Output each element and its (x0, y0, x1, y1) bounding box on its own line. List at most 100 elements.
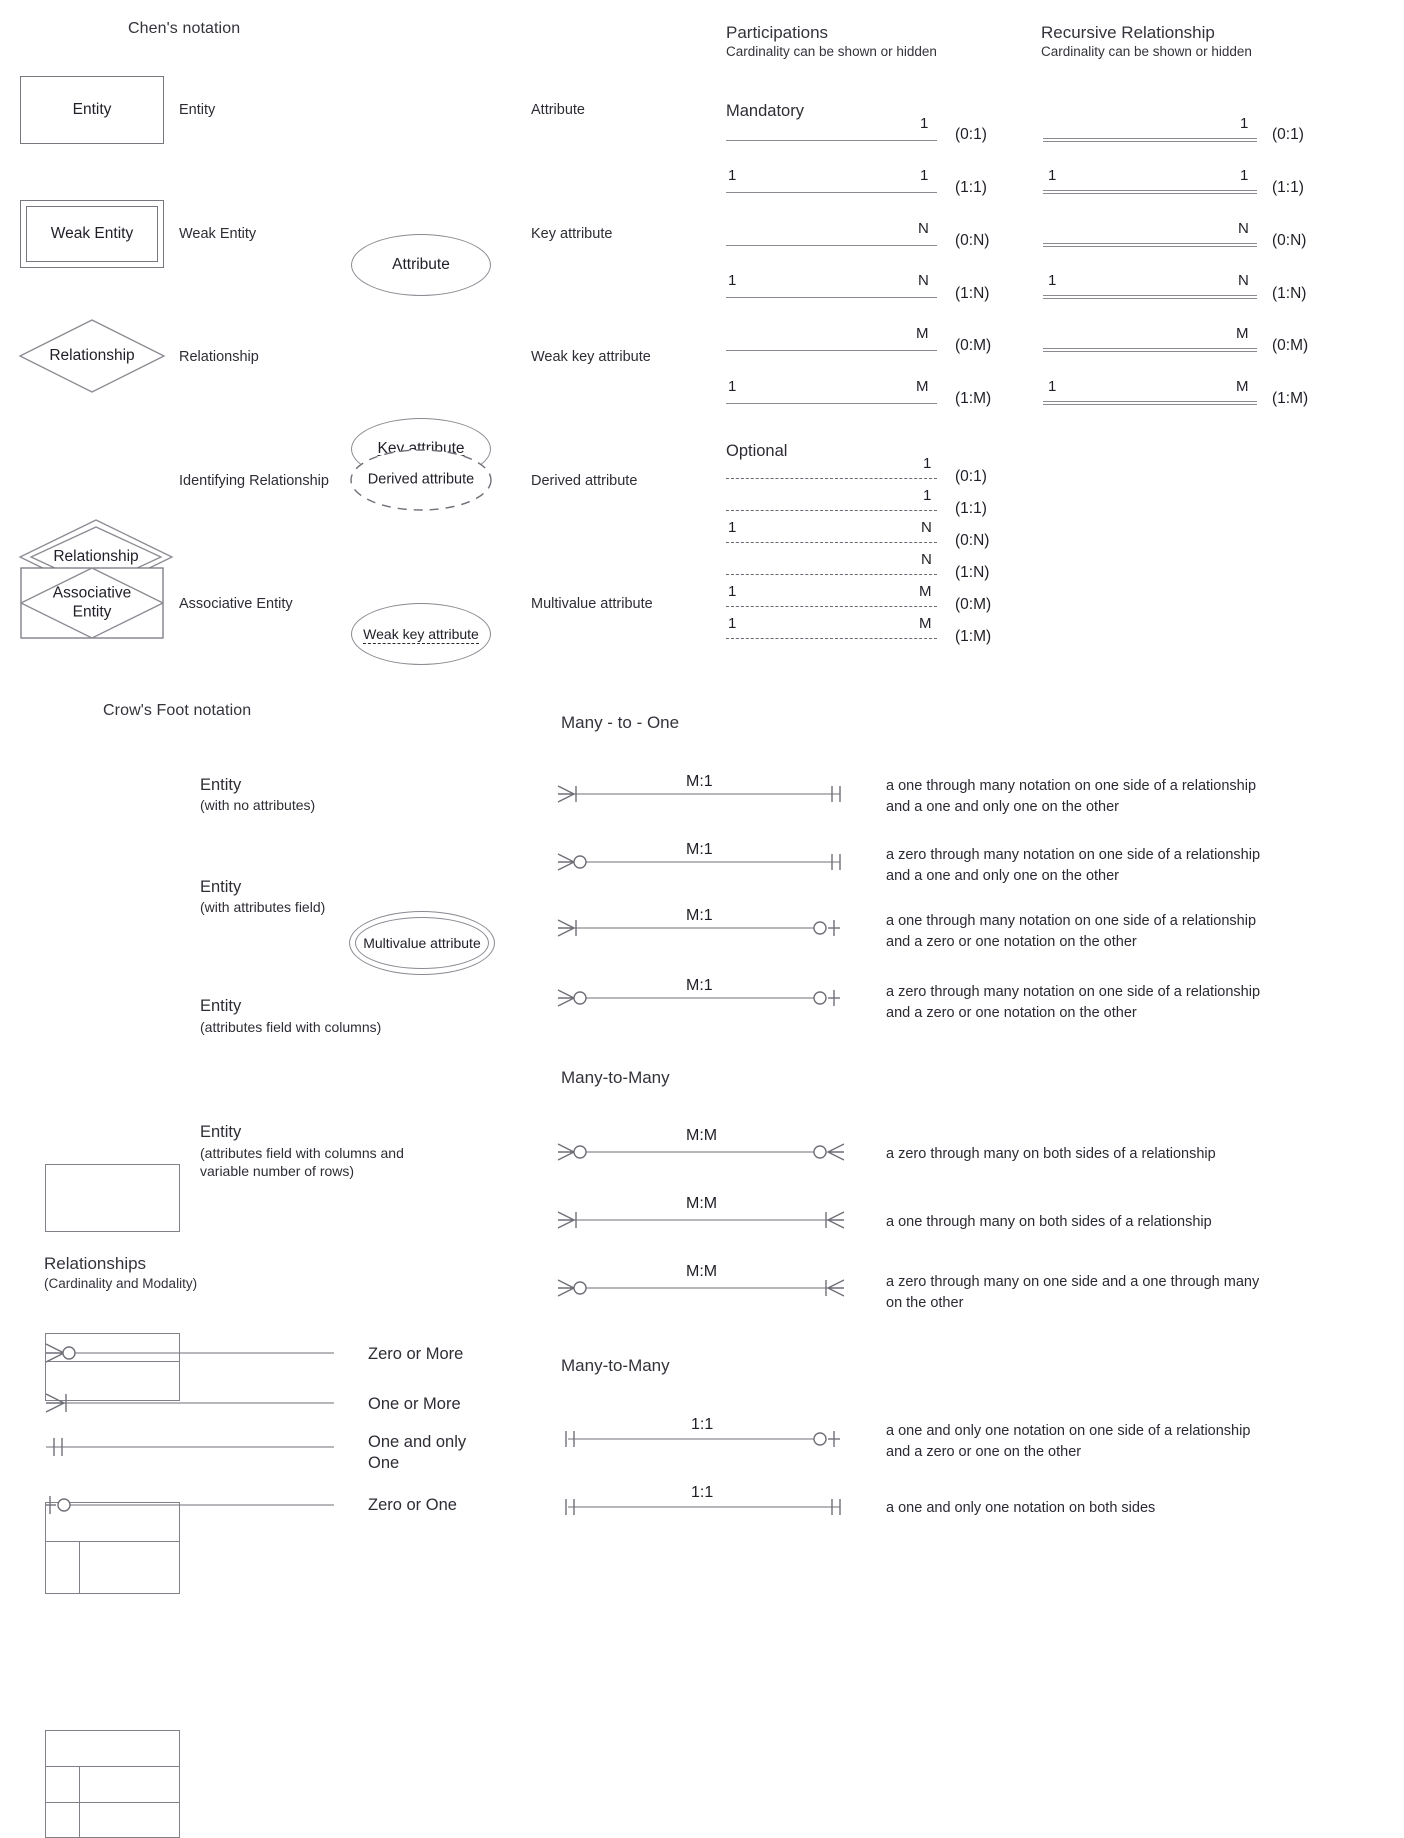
optional-row-4-line (726, 606, 937, 607)
optional-row-5-card: (1:M) (955, 628, 992, 645)
chen-label-entity: Entity (179, 102, 216, 118)
crowsfoot-notation-title: Crow's Foot notation (103, 702, 252, 719)
mandatory-row-4-right: M (916, 325, 929, 342)
mandatory-row-3-right: N (918, 272, 929, 289)
chen-label-key-attribute: Key attribute (531, 226, 613, 242)
chen-label-relationship: Relationship (179, 349, 259, 365)
recursive-row-1-left: 1 (1048, 167, 1057, 184)
recursive-row-1-right: 1 (1240, 167, 1249, 184)
chen-shape-derived-attribute: Derived attribute (349, 448, 493, 512)
mandatory-row-2-card: (0:N) (955, 232, 990, 249)
one-or-more-icon (45, 1393, 334, 1413)
many-to-many-title: Many-to-Many (561, 1068, 670, 1087)
cf-entity-attr-field-sub: (with attributes field) (200, 899, 326, 915)
recursive-subtitle: Cardinality can be shown or hidden (1041, 44, 1252, 59)
chen-label-derived-attribute: Derived attribute (531, 473, 638, 489)
optional-row-3-line (726, 574, 937, 575)
recursive-row-5-left: 1 (1048, 378, 1057, 395)
mandatory-row-1-left: 1 (728, 167, 737, 184)
cf-entity-no-attributes (45, 1164, 180, 1232)
cf-symbol-zero-or-more (44, 1338, 334, 1373)
recursive-row-0-card: (0:1) (1272, 126, 1304, 143)
mandatory-row-2-line (726, 245, 937, 246)
cf-entity-attr-columns-sub: (attributes field with columns) (200, 1019, 382, 1035)
optional-row-5-line (726, 638, 937, 639)
recursive-row-3-line (1043, 295, 1257, 299)
m2m-row-0-connector (556, 1139, 856, 1170)
chen-shape-weak-key-attribute: Weak key attribute (351, 603, 491, 665)
mandatory-row-5-line (726, 403, 937, 404)
recursive-row-3-right: N (1238, 272, 1249, 289)
zero-or-more-icon (45, 1343, 334, 1363)
mandatory-row-5-card: (1:M) (955, 390, 992, 407)
cf-entity-attr-columns-name: Entity (200, 997, 242, 1015)
m2m-row-0-desc: a zero through many on both sides of a r… (886, 1146, 1216, 1162)
chen-label-attribute: Attribute (531, 102, 585, 118)
cf-entity-attr-rows (45, 1730, 180, 1838)
cf-entity-attr-rows-divider-1 (46, 1766, 179, 1767)
optional-row-1-line (726, 510, 937, 511)
chen-label-weak-key-attribute: Weak key attribute (531, 349, 651, 365)
m2m-row-2-desc: a zero through many on one side and a on… (886, 1274, 1260, 1312)
cf-symbol-one-and-only-one (44, 1432, 334, 1467)
optional-row-4-right: M (919, 583, 932, 600)
crow-circle-to-circle-crow-icon (557, 1143, 845, 1161)
m2o-row-0-connector (556, 781, 856, 812)
chen-notation-title: Chen's notation (128, 20, 241, 37)
double-tick-to-double-tick-icon (565, 1499, 841, 1515)
optional-row-3-right: N (921, 551, 932, 568)
mandatory-row-2-right: N (918, 220, 929, 237)
chen-label-associative-entity: Associative Entity (179, 596, 293, 612)
recursive-row-3-left: 1 (1048, 272, 1057, 289)
m2o-row-3-connector (556, 985, 856, 1016)
mandatory-row-4-line (726, 350, 937, 351)
cf-entity-attr-rows-col (79, 1766, 80, 1837)
chen-shape-relationship: Relationship (18, 318, 166, 394)
optional-row-0-right: 1 (923, 455, 932, 472)
participations-mandatory-label: Mandatory (726, 102, 804, 120)
relationships-subtitle: (Cardinality and Modality) (44, 1276, 198, 1291)
recursive-row-4-right: M (1236, 325, 1249, 342)
cf-entity-no-attributes-sub: (with no attributes) (200, 797, 316, 813)
recursive-row-1-card: (1:1) (1272, 179, 1304, 196)
crow-tick-to-tick-crow-icon (557, 1211, 845, 1229)
recursive-row-4-card: (0:M) (1272, 337, 1309, 354)
recursive-row-5-card: (1:M) (1272, 390, 1309, 407)
diamond-icon (18, 319, 166, 393)
o2o-row-1-desc: a one and only one notation on both side… (886, 1500, 1156, 1516)
m2o-row-1-connector (556, 849, 856, 880)
mandatory-row-0-line (726, 140, 937, 141)
mandatory-row-0-card: (0:1) (955, 126, 987, 143)
many-to-one-title: Many - to - One (561, 713, 680, 732)
cf-symbol-one-or-more (44, 1388, 334, 1423)
recursive-row-2-card: (0:N) (1272, 232, 1307, 249)
recursive-row-5-line (1043, 401, 1257, 405)
chen-shape-attribute: Attribute (351, 234, 491, 296)
optional-row-5-left: 1 (728, 615, 737, 632)
m2m-row-1-desc: a one through many on both sides of a re… (886, 1214, 1212, 1230)
chen-shape-attribute-text: Attribute (392, 256, 450, 274)
dashed-ellipse-icon (350, 449, 492, 511)
cf-entity-attr-rows-divider-2 (46, 1802, 179, 1803)
recursive-title: Recursive Relationship (1041, 23, 1215, 42)
double-tick-to-circle-tick-icon (565, 1431, 840, 1447)
m2o-row-3-desc: a zero through many notation on one side… (886, 984, 1261, 1022)
mandatory-row-4-card: (0:M) (955, 337, 992, 354)
m2o-row-1-desc: a zero through many notation on one side… (886, 847, 1261, 885)
inner-ellipse-icon (355, 917, 489, 969)
m2o-row-2-desc: a one through many notation on one side … (886, 913, 1257, 951)
optional-row-4-left: 1 (728, 583, 737, 600)
chen-label-multivalue-attribute: Multivalue attribute (531, 596, 653, 612)
recursive-row-5-right: M (1236, 378, 1249, 395)
optional-row-0-card: (0:1) (955, 468, 987, 485)
crow-circle-to-circle-tick-icon (557, 989, 840, 1007)
recursive-row-4-line (1043, 348, 1257, 352)
associative-entity-icon (19, 567, 165, 639)
chen-shape-associative-entity: Associative Entity (19, 567, 165, 639)
cf-entity-no-attributes-name: Entity (200, 776, 242, 794)
m2m-row-1-connector (556, 1207, 856, 1238)
chen-shape-entity-text: Entity (72, 101, 112, 119)
cf-symbol-zero-or-one-label: Zero or One (368, 1496, 457, 1514)
mandatory-row-0-right: 1 (920, 115, 929, 132)
recursive-row-3-card: (1:N) (1272, 285, 1307, 302)
